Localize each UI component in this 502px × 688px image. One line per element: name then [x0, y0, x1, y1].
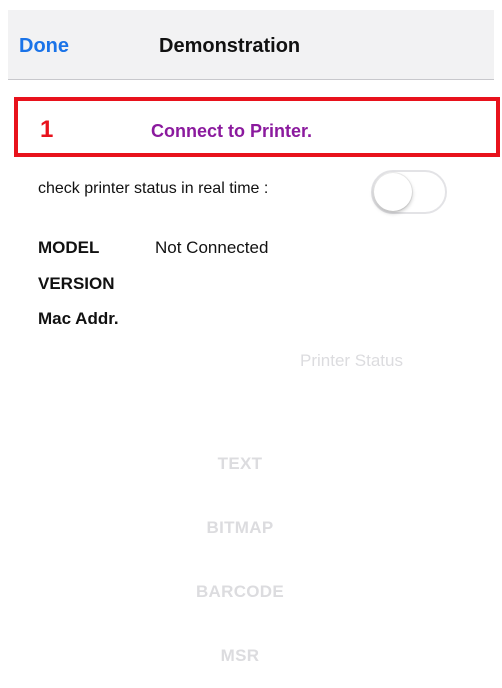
text-button[interactable]: TEXT	[165, 454, 315, 474]
realtime-status-toggle[interactable]	[371, 170, 447, 214]
model-value: Not Connected	[155, 238, 269, 257]
step-number: 1	[40, 116, 54, 143]
toggle-knob	[374, 173, 412, 211]
bitmap-button[interactable]: BITMAP	[165, 518, 315, 538]
connect-printer-button[interactable]: Connect to Printer.	[151, 121, 312, 142]
printer-status-button[interactable]: Printer Status	[300, 351, 403, 371]
page-title: Demonstration	[159, 35, 301, 57]
done-button[interactable]: Done	[19, 35, 69, 58]
version-label: VERSION	[38, 274, 115, 293]
connect-highlight-box: 1 Connect to Printer.	[14, 97, 500, 157]
demonstration-screen: Done Demonstration 1 Connect to Printer.…	[0, 0, 502, 688]
realtime-status-label: check printer status in real time :	[38, 180, 269, 197]
mac-address-label: Mac Addr.	[38, 309, 119, 328]
msr-button[interactable]: MSR	[165, 646, 315, 666]
barcode-button[interactable]: BARCODE	[165, 582, 315, 602]
navigation-bar: Done Demonstration	[8, 10, 494, 80]
model-label: MODEL	[38, 238, 100, 257]
